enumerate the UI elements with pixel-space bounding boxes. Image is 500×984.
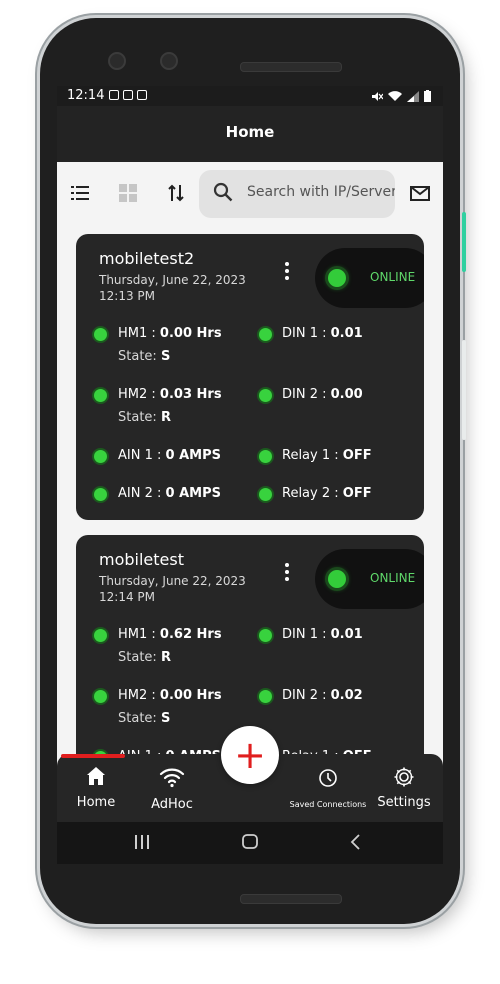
device-name: mobiletest bbox=[99, 550, 184, 569]
signal-icon bbox=[407, 90, 419, 102]
nav-settings-label: Settings bbox=[377, 795, 431, 810]
mute-icon bbox=[372, 91, 383, 101]
status-badge: ONLINE bbox=[315, 549, 424, 609]
hm1-reading: HM1 : 0.62 Hrs bbox=[118, 627, 222, 642]
active-tab-indicator bbox=[61, 754, 125, 758]
system-home-icon[interactable] bbox=[241, 834, 259, 850]
back-icon[interactable] bbox=[349, 834, 363, 850]
status-text: ONLINE bbox=[370, 270, 416, 284]
bottom-speaker bbox=[240, 894, 342, 904]
din2-indicator-icon bbox=[259, 389, 272, 402]
ain1-reading: AIN 1 : 0 AMPS bbox=[118, 448, 221, 463]
device-timestamp: Thursday, June 22, 2023 12:13 PM bbox=[99, 272, 246, 304]
page-title: Home bbox=[225, 123, 275, 141]
home-icon bbox=[87, 767, 105, 785]
din1-reading: DIN 1 : 0.01 bbox=[282, 627, 363, 642]
wifi-icon bbox=[159, 768, 185, 788]
more-options-icon[interactable] bbox=[281, 563, 293, 585]
device-card[interactable]: mobiletest2 Thursday, June 22, 2023 12:1… bbox=[76, 234, 424, 520]
nav-adhoc-label: AdHoc bbox=[151, 797, 193, 812]
hm2-state: State: S bbox=[118, 711, 171, 726]
din2-indicator-icon bbox=[259, 690, 272, 703]
app-bar: Home bbox=[57, 106, 443, 162]
device-time: 12:14 PM bbox=[99, 590, 155, 604]
device-date: Thursday, June 22, 2023 bbox=[99, 273, 246, 287]
toolbar: Search with IP/Server bbox=[57, 162, 443, 226]
device-name: mobiletest2 bbox=[99, 249, 195, 268]
volume-button bbox=[462, 340, 466, 440]
hm1-indicator-icon bbox=[94, 328, 107, 341]
hm2-reading: HM2 : 0.03 Hrs bbox=[118, 387, 222, 402]
image-notification-icon bbox=[137, 90, 147, 100]
grid-view-icon[interactable] bbox=[117, 182, 139, 204]
gear-icon bbox=[394, 767, 414, 787]
device-date: Thursday, June 22, 2023 bbox=[99, 574, 246, 588]
earpiece-speaker bbox=[240, 62, 342, 72]
front-camera bbox=[108, 52, 126, 70]
hm2-indicator-icon bbox=[94, 690, 107, 703]
battery-icon bbox=[424, 90, 431, 102]
nav-adhoc[interactable]: AdHoc bbox=[147, 766, 197, 812]
front-sensor bbox=[160, 52, 178, 70]
din1-indicator-icon bbox=[259, 629, 272, 642]
ain2-reading: AIN 2 : 0 AMPS bbox=[118, 486, 221, 501]
lock-notification-icon bbox=[123, 90, 133, 100]
app-screen: 12:14 Home Search with IP/Server mobilet… bbox=[57, 86, 443, 864]
relay1-reading: Relay 1 : OFF bbox=[282, 448, 372, 463]
sort-icon[interactable] bbox=[165, 182, 187, 204]
device-time: 12:13 PM bbox=[99, 289, 155, 303]
status-bar: 12:14 bbox=[57, 86, 443, 106]
search-placeholder: Search with IP/Server bbox=[247, 184, 395, 200]
hm1-state: State: S bbox=[118, 349, 171, 364]
nav-saved-connections[interactable]: Saved Connections bbox=[283, 768, 373, 809]
status-time: 12:14 bbox=[67, 88, 105, 103]
hm2-indicator-icon bbox=[94, 389, 107, 402]
power-button bbox=[462, 212, 466, 272]
mail-notification-icon bbox=[109, 90, 119, 100]
status-text: ONLINE bbox=[370, 571, 416, 585]
more-options-icon[interactable] bbox=[281, 262, 293, 284]
add-device-button[interactable]: + bbox=[221, 726, 279, 784]
wifi-icon bbox=[388, 90, 402, 101]
search-input[interactable]: Search with IP/Server bbox=[199, 170, 395, 218]
nav-settings[interactable]: Settings bbox=[377, 766, 431, 810]
clock-icon bbox=[319, 769, 337, 787]
online-indicator-icon bbox=[328, 570, 346, 588]
hm1-reading: HM1 : 0.00 Hrs bbox=[118, 326, 222, 341]
relay2-reading: Relay 2 : OFF bbox=[282, 486, 372, 501]
search-icon bbox=[213, 182, 233, 202]
din2-reading: DIN 2 : 0.00 bbox=[282, 387, 363, 402]
hm1-state: State: R bbox=[118, 650, 171, 665]
hm2-state: State: R bbox=[118, 410, 171, 425]
ain1-indicator-icon bbox=[94, 450, 107, 463]
din1-indicator-icon bbox=[259, 328, 272, 341]
relay2-indicator-icon bbox=[259, 488, 272, 501]
status-badge: ONLINE bbox=[315, 248, 424, 308]
nav-saved-connections-label: Saved Connections bbox=[289, 800, 367, 809]
nav-home-label: Home bbox=[76, 795, 116, 810]
din1-reading: DIN 1 : 0.01 bbox=[282, 326, 363, 341]
recents-icon[interactable] bbox=[133, 834, 151, 850]
ain2-indicator-icon bbox=[94, 488, 107, 501]
hm1-indicator-icon bbox=[94, 629, 107, 642]
hm2-reading: HM2 : 0.00 Hrs bbox=[118, 688, 222, 703]
online-indicator-icon bbox=[328, 269, 346, 287]
device-timestamp: Thursday, June 22, 2023 12:14 PM bbox=[99, 573, 246, 605]
nav-home[interactable]: Home bbox=[71, 766, 121, 810]
system-navigation-bar bbox=[57, 822, 443, 864]
din2-reading: DIN 2 : 0.02 bbox=[282, 688, 363, 703]
list-view-icon[interactable] bbox=[69, 182, 91, 204]
mail-icon[interactable] bbox=[409, 182, 431, 204]
relay1-indicator-icon bbox=[259, 450, 272, 463]
